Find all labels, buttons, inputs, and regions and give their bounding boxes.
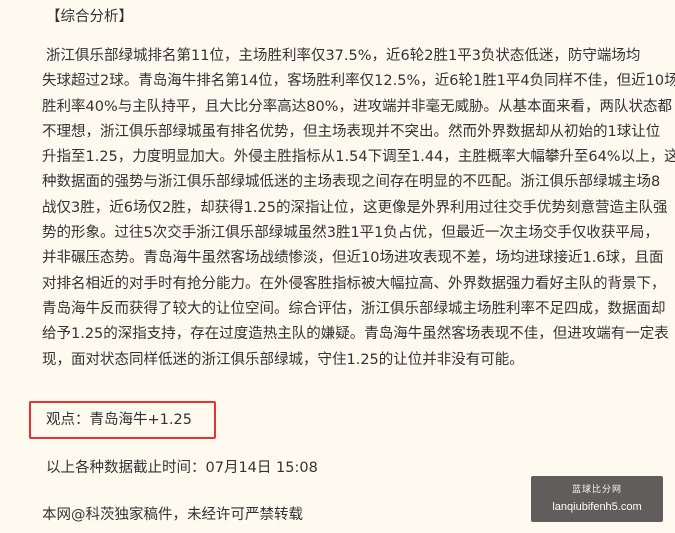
paragraph-line: 胜利率40%与主队持平，且大比分率高达80%，进攻端并非毫无威胁。从基本面来看，… bbox=[42, 98, 672, 115]
watermark-logo: 蓝球比分网 bbox=[571, 485, 622, 495]
paragraph-line: 青岛海牛反而获得了较大的让位空间。综合评估，浙江俱乐部绿城主场胜利率不足四成，数… bbox=[42, 300, 666, 317]
paragraph-line: 现，面对状态同样低迷的浙江俱乐部绿城，守住1.25的让位并非没有可能。 bbox=[42, 351, 524, 368]
paragraph-line: 并非碾压态势。青岛海牛虽然客场战绩惨淡，但近10场进攻表现不差，场均进球接近1.… bbox=[42, 250, 664, 267]
paragraph-line: 战仅3胜，近6场仅2胜，却获得1.25的深指让位，这更像是外界利用过往交手优势刻… bbox=[42, 199, 668, 216]
watermark-url: lanqiubifenh5.com bbox=[552, 501, 642, 513]
data-deadline: 以上各种数据截止时间：07月14日 15:08 bbox=[46, 460, 318, 476]
copyright-notice: 本网@科茨独家稿件，未经许可严禁转载 bbox=[42, 507, 303, 523]
opinion-text: 观点：青岛海牛+1.25 bbox=[46, 412, 192, 428]
paragraph-line: 不理想，浙江俱乐部绿城虽有排名优势，但主场表现并不突出。然而外界数据却从初始的1… bbox=[42, 123, 661, 140]
paragraph-line: 种数据面的强势与浙江俱乐部绿城低迷的主场表现之间存在明显的不匹配。浙江俱乐部绿城… bbox=[42, 174, 661, 191]
paragraph-line: 升指至1.25，力度明显加大。外侵主胜指标从1.54下调至1.44，主胜概率大幅… bbox=[42, 149, 675, 166]
site-watermark: 蓝球比分网 lanqiubifenh5.com bbox=[531, 476, 663, 522]
section-title: 【综合分析】 bbox=[46, 9, 133, 25]
paragraph-line: 给予1.25的深指支持，存在过度造热主队的嫌疑。青岛海牛虽然客场表现不佳，但进攻… bbox=[42, 326, 669, 343]
paragraph-line: 势的形象。过往5次交手浙江俱乐部绿城虽然3胜1平1负占优，但最近一次主场交手仅收… bbox=[42, 225, 659, 242]
paragraph-line: 浙江俱乐部绿城排名第11位，主场胜利率仅37.5%，近6轮2胜1平3负状态低迷，… bbox=[46, 48, 641, 64]
paragraph-line: 失球超过2球。青岛海牛排名第14位，客场胜利率仅12.5%，近6轮1胜1平4负同… bbox=[42, 73, 675, 90]
analysis-paragraph: 浙江俱乐部绿城排名第11位，主场胜利率仅37.5%，近6轮2胜1平3负状态低迷，… bbox=[42, 44, 675, 373]
paragraph-line: 对排名相近的对手时有抢分能力。在外侵客胜指标被大幅拉高、外界数据强力看好主队的背… bbox=[42, 275, 666, 292]
